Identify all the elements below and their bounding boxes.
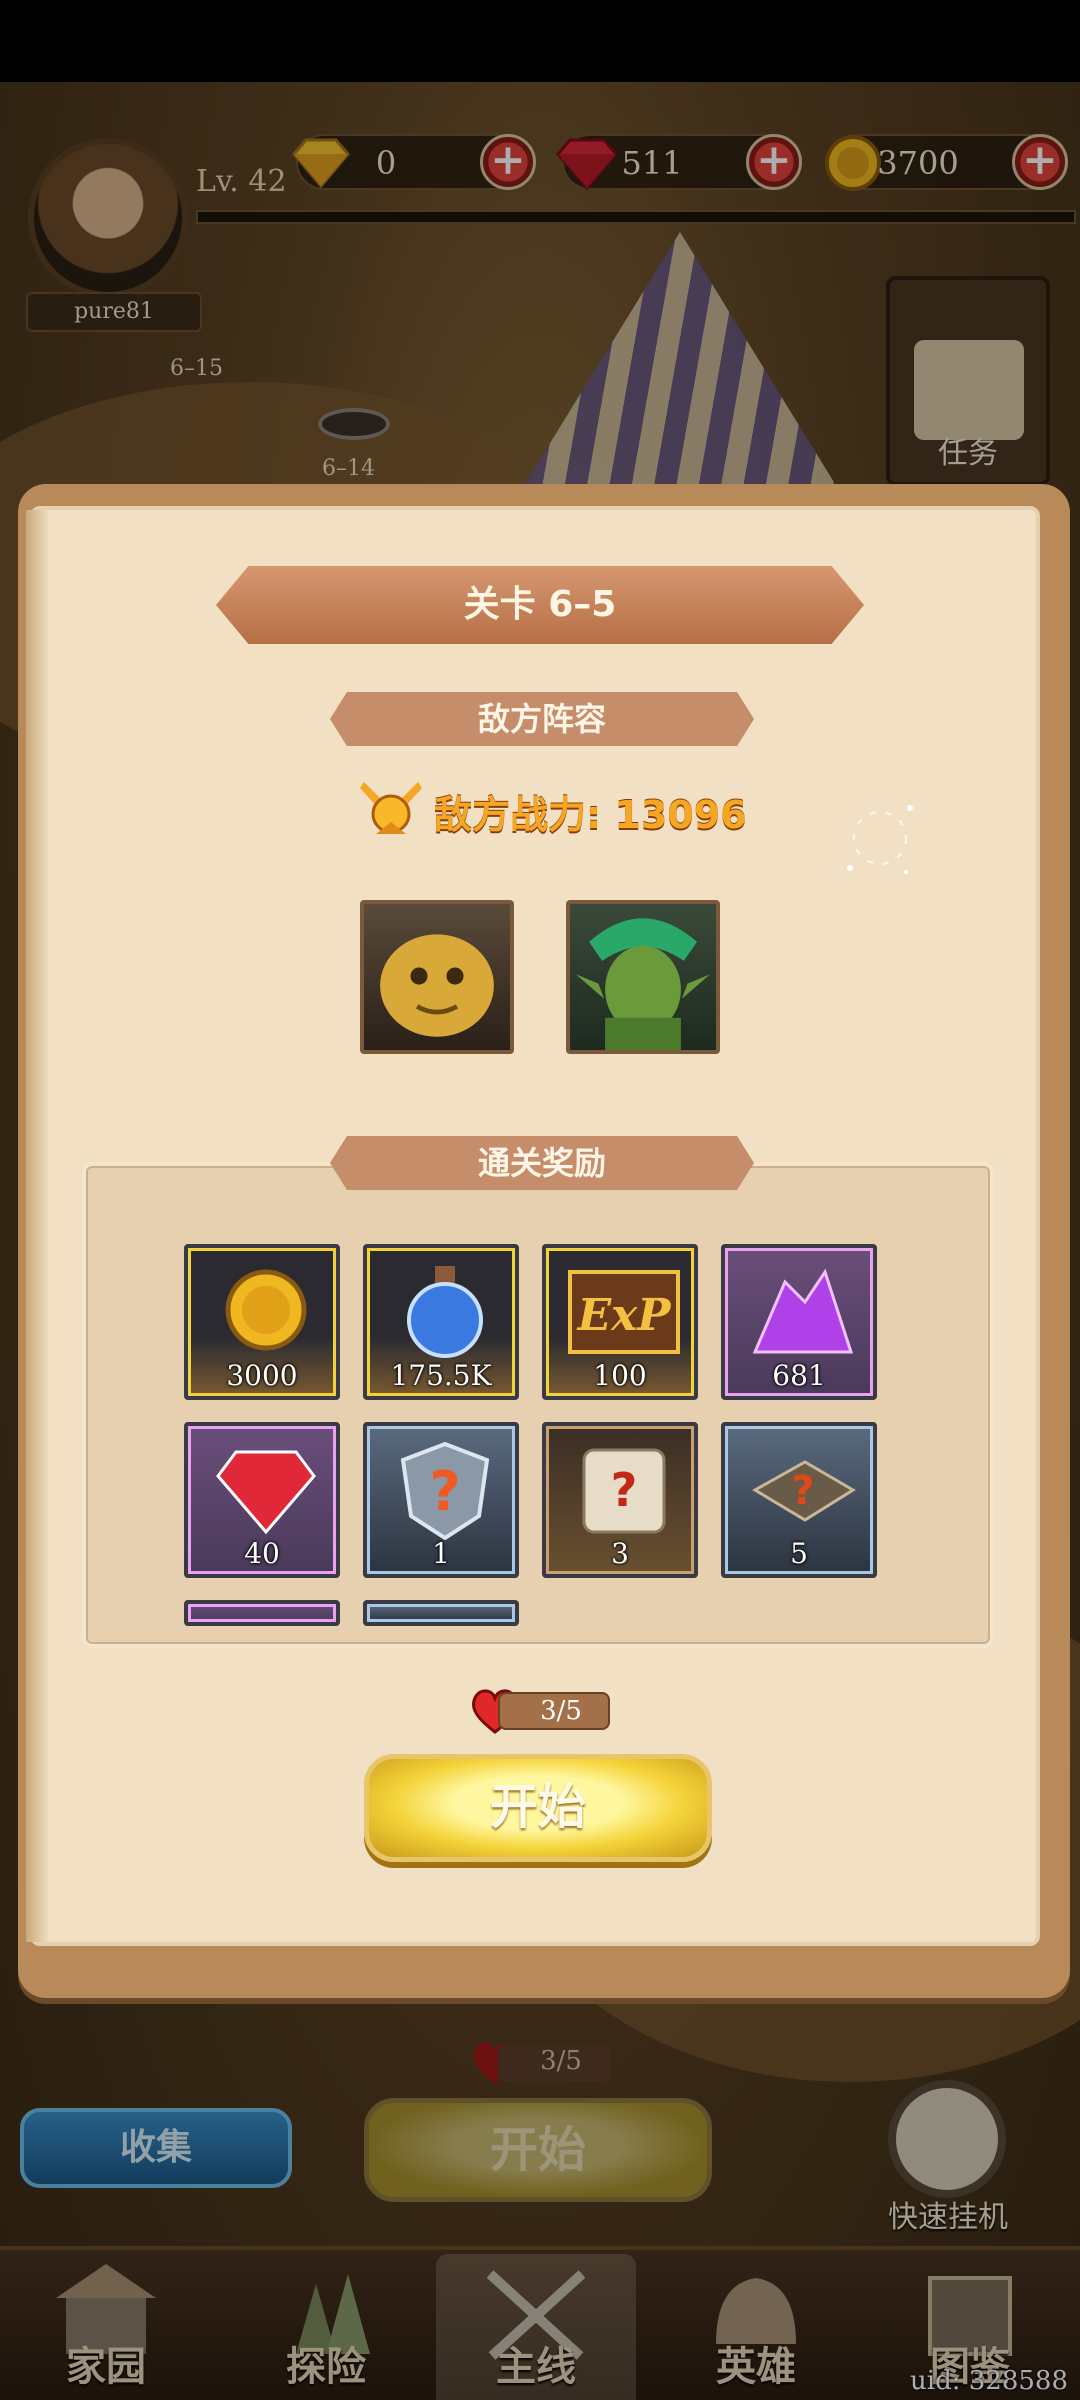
reward-quantity: 3	[611, 1537, 629, 1570]
mystery-book-icon: ?	[752, 1460, 856, 1522]
goblin-enemy-icon	[575, 918, 711, 1050]
stamina-value: 3/5	[498, 1692, 610, 1730]
reward-item[interactable]: 3000	[184, 1244, 340, 1400]
reward-item[interactable]: 681	[721, 1244, 877, 1400]
sparkle-effect	[847, 805, 913, 874]
red-gem-icon	[216, 1450, 316, 1535]
svg-text:?: ?	[611, 1463, 638, 1517]
golden-blob-enemy-icon	[380, 934, 494, 1037]
status-bar	[0, 0, 1080, 82]
reward-item[interactable]: 40	[184, 1422, 340, 1578]
reward-quantity: 175.5K	[390, 1359, 492, 1392]
reward-item[interactable]: ExP 100	[542, 1244, 698, 1400]
enemy-slot-2[interactable]	[566, 900, 720, 1054]
svg-text:?: ?	[791, 1468, 814, 1514]
mystery-scroll-icon: ?	[582, 1448, 666, 1534]
reward-quantity: 3000	[226, 1359, 298, 1392]
blue-potion-icon	[407, 1266, 483, 1358]
reward-quantity: 5	[790, 1537, 808, 1570]
stamina-indicator: 3/5	[468, 1688, 612, 1734]
exp-book-icon: ExP	[568, 1270, 680, 1354]
gold-coin-icon	[225, 1269, 307, 1351]
reward-item[interactable]: ? 1	[363, 1422, 519, 1578]
svg-text:?: ?	[429, 1460, 460, 1523]
enemy-power-value: 敌方战力: 13096	[434, 793, 747, 837]
reward-quantity: 1	[432, 1537, 450, 1570]
svg-text:ExP: ExP	[576, 1290, 673, 1341]
mystery-shield-icon: ?	[400, 1441, 490, 1540]
reward-quantity: 100	[593, 1359, 647, 1392]
reward-item[interactable]: 175.5K	[363, 1244, 519, 1400]
enemy-power: 敌方战力: 13096	[356, 774, 756, 844]
start-button[interactable]: 开始	[364, 1754, 712, 1862]
crossed-swords-power-icon	[360, 782, 422, 834]
reward-item[interactable]	[184, 1600, 340, 1626]
reward-quantity: 40	[244, 1537, 280, 1570]
stage-title: 关卡 6–5	[216, 566, 864, 644]
reward-item[interactable]: ? 5	[721, 1422, 877, 1578]
clear-rewards-heading: 通关奖励	[330, 1136, 754, 1190]
reward-item[interactable]: ? 3	[542, 1422, 698, 1578]
enemy-slot-1[interactable]	[360, 900, 514, 1054]
reward-quantity: 681	[772, 1359, 826, 1392]
purple-crystal-icon	[752, 1268, 854, 1354]
enemy-lineup-heading: 敌方阵容	[330, 692, 754, 746]
reward-item[interactable]	[363, 1600, 519, 1626]
